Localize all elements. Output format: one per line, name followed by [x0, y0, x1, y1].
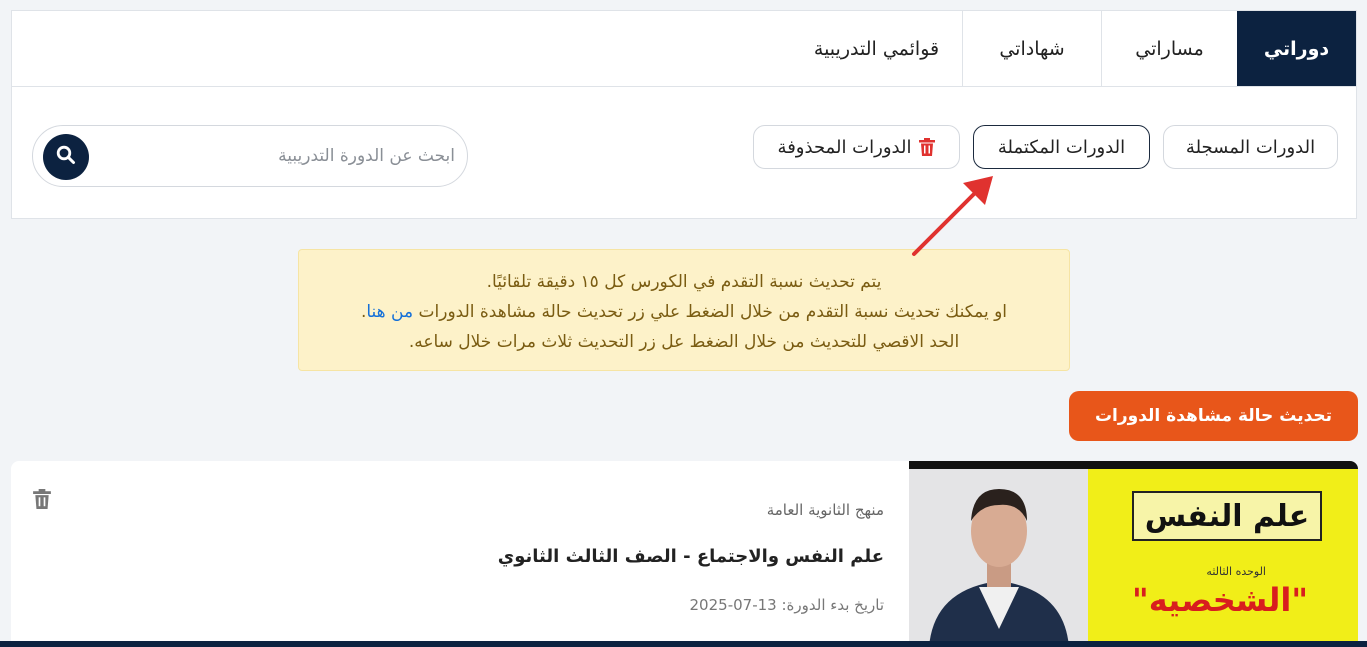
search-input[interactable]: [115, 136, 455, 176]
course-thumbnail[interactable]: علم النفس الوحده الثالثه "الشخصيه": [909, 461, 1358, 647]
search-box: [32, 125, 468, 187]
filter-registered-label: الدورات المسجلة: [1185, 136, 1316, 158]
tab-my-training-lists[interactable]: قوائمي التدريبية: [791, 11, 962, 86]
thumbnail-unit: الوحده الثالثه: [1206, 565, 1266, 578]
thumbnail-word: "الشخصيه": [1132, 581, 1308, 619]
course-card[interactable]: علم النفس الوحده الثالثه "الشخصيه" منهج …: [11, 461, 1358, 647]
refresh-watch-status-button[interactable]: تحديث حالة مشاهدة الدورات: [1069, 391, 1358, 441]
course-category: منهج الثانوية العامة: [766, 501, 884, 519]
filter-completed-label: الدورات المكتملة: [997, 136, 1126, 158]
notice-line-3: الحد الاقصي للتحديث من خلال الضغط عل زر …: [408, 332, 960, 352]
notice-line-2-text: او يمكنك تحديث نسبة التقدم من خلال الضغط…: [418, 302, 1008, 322]
filter-deleted-label: الدورات المحذوفة: [777, 136, 912, 158]
filter-deleted-button[interactable]: الدورات المحذوفة: [753, 125, 960, 169]
course-start-date: تاريخ بدء الدورة: 13-07-2025: [690, 596, 885, 614]
delete-course-button[interactable]: [33, 489, 51, 513]
tabs-bar: دوراتي مساراتي شهاداتي قوائمي التدريبية: [12, 11, 1356, 87]
auto-update-notice: يتم تحديث نسبة التقدم في الكورس كل ١٥ دق…: [298, 249, 1070, 371]
search-button[interactable]: [43, 134, 89, 180]
start-date-label: تاريخ بدء الدورة:: [781, 596, 885, 614]
bottom-bar: [0, 641, 1367, 647]
thumbnail-sign: علم النفس: [1132, 491, 1322, 541]
filter-completed-button[interactable]: الدورات المكتملة: [973, 125, 1150, 169]
notice-here-link[interactable]: من هنا: [366, 302, 413, 322]
tab-my-paths[interactable]: مساراتي: [1101, 11, 1237, 86]
filter-registered-button[interactable]: الدورات المسجلة: [1163, 125, 1338, 169]
tab-my-certificates[interactable]: شهاداتي: [962, 11, 1101, 86]
thumbnail-board: علم النفس الوحده الثالثه "الشخصيه": [1088, 469, 1358, 647]
instructor-photo: [909, 469, 1088, 647]
search-icon: [56, 145, 76, 169]
notice-line-2: او يمكنك تحديث نسبة التقدم من خلال الضغط…: [299, 297, 1069, 327]
trash-icon: [33, 489, 51, 513]
tab-my-courses[interactable]: دوراتي: [1237, 11, 1356, 86]
start-date-value: 13-07-2025: [689, 596, 777, 614]
notice-line-1: يتم تحديث نسبة التقدم في الكورس كل ١٥ دق…: [486, 272, 882, 292]
trash-icon: [919, 138, 936, 156]
courses-panel: دوراتي مساراتي شهاداتي قوائمي التدريبية …: [11, 10, 1357, 219]
course-title[interactable]: علم النفس والاجتماع - الصف الثالث الثانو…: [498, 546, 884, 567]
